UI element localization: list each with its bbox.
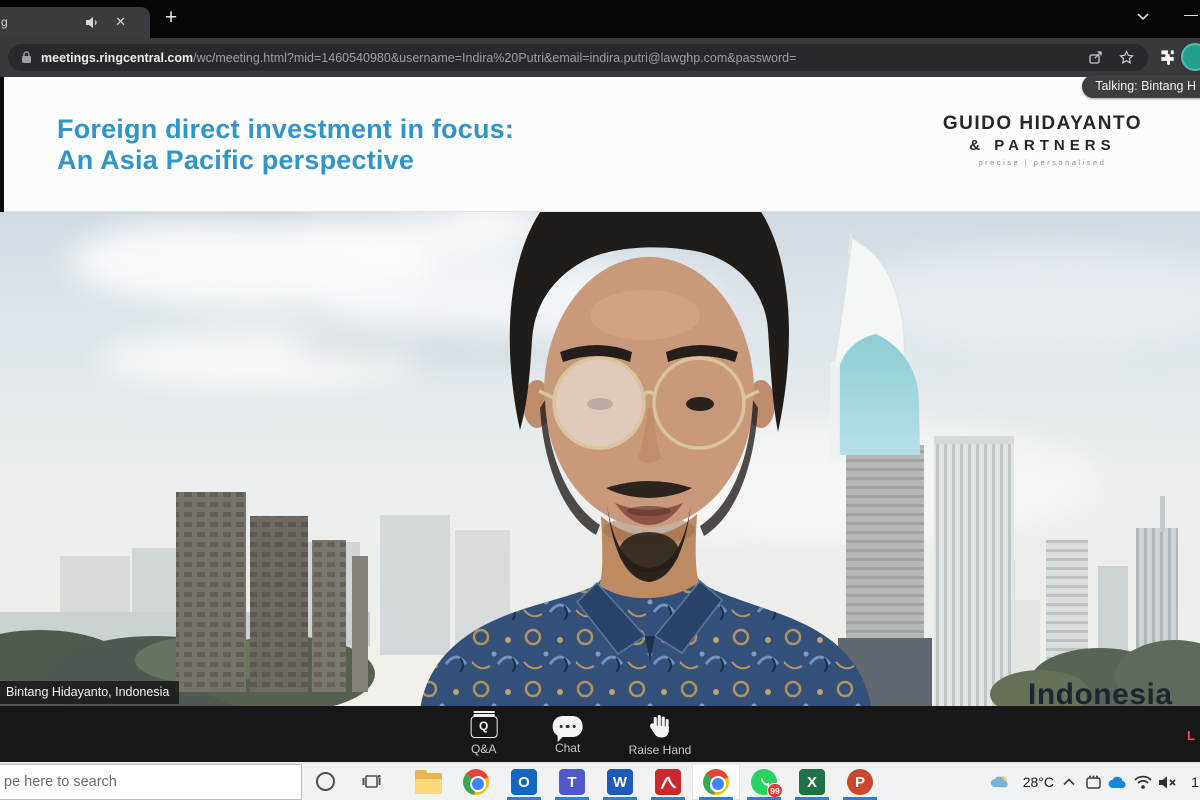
taskbar-icon-teams[interactable]: T [548, 764, 596, 800]
taskbar-icon-chrome-meeting[interactable] [692, 764, 740, 800]
outlook-icon: O [511, 769, 537, 795]
taskbar-icons: O T W 99 X [404, 764, 884, 800]
whatsapp-icon: 99 [751, 769, 777, 795]
acrobat-icon [655, 769, 681, 795]
taskbar-icon-word[interactable]: W [596, 764, 644, 800]
logo-tagline: precise | personalised [943, 158, 1142, 167]
tab-close-icon[interactable]: ✕ [115, 14, 126, 30]
lock-icon[interactable] [21, 51, 32, 64]
meeting-control-bar: Q Q&A Chat [0, 706, 1200, 762]
chrome-meeting-icon [703, 769, 729, 795]
whatsapp-badge: 99 [767, 783, 783, 798]
taskbar-icon-acrobat[interactable] [644, 764, 692, 800]
taskbar-icon-outlook[interactable]: O [500, 764, 548, 800]
participant-name-tag: Bintang Hidayanto, Indonesia [0, 681, 179, 704]
device-icon[interactable] [1083, 764, 1103, 800]
task-view-icon[interactable] [362, 773, 381, 790]
taskbar-clock[interactable]: 1 [1188, 764, 1200, 800]
new-tab-button[interactable]: + [158, 5, 184, 31]
browser-tab[interactable]: g ✕ [0, 7, 150, 38]
windows-taskbar: pe here to search O T W [0, 762, 1200, 800]
share-icon[interactable] [1088, 50, 1103, 65]
qa-button[interactable]: Q Q&A [461, 713, 507, 757]
taskbar-search-input[interactable]: pe here to search [0, 764, 302, 800]
chat-button[interactable]: Chat [545, 713, 591, 757]
weather-temperature[interactable]: 28°C [1023, 764, 1054, 800]
teams-icon: T [559, 769, 585, 795]
logo-line2: & PARTNERS [943, 137, 1142, 154]
leave-button[interactable]: L [1187, 728, 1195, 743]
logo-line1: GUIDO HIDAYANTO [943, 113, 1142, 135]
meeting-badge [710, 779, 723, 792]
volume-muted-icon[interactable] [1156, 764, 1178, 800]
word-icon: W [607, 769, 633, 795]
file-explorer-icon [415, 773, 442, 794]
slide-title: Foreign direct investment in focus: An A… [57, 114, 514, 176]
url-path: /wc/meeting.html?mid=1460540980&username… [193, 51, 796, 65]
raise-hand-button[interactable]: Raise Hand [629, 713, 692, 757]
excel-icon: X [799, 769, 825, 795]
extensions-puzzle-icon[interactable] [1159, 48, 1176, 65]
raise-hand-icon [647, 714, 673, 739]
taskbar-icon-whatsapp[interactable]: 99 [740, 764, 788, 800]
onedrive-icon[interactable] [1106, 764, 1128, 800]
chat-icon [553, 716, 583, 737]
url-domain: meetings.ringcentral.com [41, 51, 193, 65]
qa-icon: Q [470, 716, 497, 738]
taskbar-icon-powerpoint[interactable]: P [836, 764, 884, 800]
cortana-icon[interactable] [316, 772, 335, 791]
bookmark-star-icon[interactable] [1119, 50, 1134, 65]
slide-title-line2: An Asia Pacific perspective [57, 145, 514, 176]
taskbar-icon-file-explorer[interactable] [404, 764, 452, 800]
powerpoint-icon: P [847, 769, 873, 795]
talking-indicator: Talking: Bintang H [1082, 75, 1200, 98]
taskbar-icon-excel[interactable]: X [788, 764, 836, 800]
tab-title: g [1, 15, 8, 29]
browser-tab-strip: g ✕ + — [0, 0, 1200, 38]
slide-left-edge [0, 77, 4, 212]
window-minimize-button[interactable]: — [1184, 6, 1198, 22]
slide-title-line1: Foreign direct investment in focus: [57, 114, 514, 145]
address-bar[interactable]: meetings.ringcentral.com/wc/meeting.html… [8, 44, 1148, 71]
chrome-icon [463, 769, 489, 795]
browser-toolbar: meetings.ringcentral.com/wc/meeting.html… [0, 38, 1200, 77]
taskbar-icon-chrome[interactable] [452, 764, 500, 800]
firm-logo: GUIDO HIDAYANTO & PARTNERS precise | per… [943, 113, 1142, 167]
tab-audio-icon[interactable] [85, 16, 98, 29]
screenshot-root: g ✕ + — meetings.ringcentral.com/wc/meet… [0, 0, 1200, 800]
tab-search-chevron-icon[interactable] [1136, 12, 1150, 21]
slide-header: Foreign direct investment in focus: An A… [0, 77, 1200, 212]
url-text: meetings.ringcentral.com/wc/meeting.html… [41, 51, 1074, 65]
tray-expand-chevron-icon[interactable] [1060, 764, 1078, 800]
wifi-icon[interactable] [1133, 764, 1153, 800]
weather-icon[interactable] [988, 764, 1012, 800]
profile-avatar[interactable] [1181, 43, 1200, 71]
